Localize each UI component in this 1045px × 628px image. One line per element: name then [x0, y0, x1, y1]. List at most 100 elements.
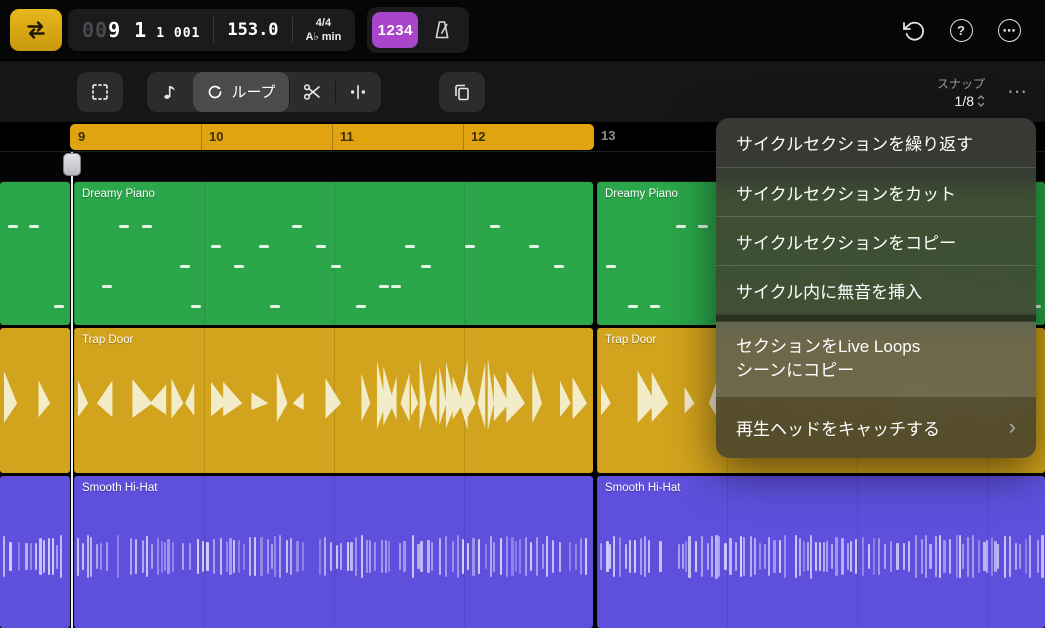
hit-tick	[490, 536, 492, 577]
hit-tick	[729, 538, 732, 575]
playhead-handle[interactable]	[63, 153, 81, 176]
copy-button[interactable]	[439, 72, 485, 112]
hit-tick	[718, 536, 720, 577]
hit-tick	[319, 539, 321, 575]
hit-tick	[896, 543, 899, 571]
hit-tick	[831, 544, 833, 569]
loop-label: ループ	[231, 81, 275, 102]
hit-tick	[795, 535, 797, 578]
hit-tick	[417, 544, 420, 569]
hit-tick	[784, 535, 786, 578]
hit-tick	[243, 544, 245, 570]
hit-tick	[634, 540, 636, 573]
hit-tick	[260, 537, 263, 576]
hit-tick	[929, 544, 932, 570]
midi-note	[606, 265, 616, 268]
hit-tick	[399, 543, 401, 569]
midi-note	[650, 305, 660, 308]
region-smooth-hi-hat-next[interactable]: Smooth Hi-Hat	[597, 476, 1045, 628]
hit-tick	[233, 540, 235, 572]
midi-note	[331, 265, 341, 268]
toolbar-more-button[interactable]: ⋯	[995, 72, 1039, 112]
lcd-ticks: 1 001	[156, 26, 200, 41]
hit-tick	[340, 543, 342, 571]
hit-tick	[457, 535, 459, 579]
lcd-divider	[292, 17, 293, 43]
hit-tick	[213, 539, 215, 574]
count-in-button[interactable]: 1234	[372, 12, 418, 48]
menu-item-cut-cycle-section[interactable]: サイクルセクションをカット	[716, 167, 1036, 216]
hit-tick	[575, 544, 577, 570]
menu-item-label: サイクルセクションを繰り返す	[736, 130, 973, 155]
region-smooth-hi-hat-partial[interactable]	[0, 476, 70, 628]
hit-tick	[972, 535, 974, 578]
split-button[interactable]	[335, 72, 381, 112]
cycle-loop-icon	[23, 17, 49, 43]
hit-tick	[350, 542, 353, 570]
hit-tick	[220, 538, 222, 575]
hit-tick	[1004, 536, 1006, 578]
hit-tick	[130, 538, 132, 575]
snap-control[interactable]: スナップ 1/8	[937, 75, 985, 109]
hit-tick	[3, 536, 5, 578]
menu-item-copy-to-live-loops[interactable]: セクションをLive Loopsシーンにコピー	[716, 322, 1036, 396]
note-entry-button[interactable]	[147, 72, 193, 112]
loop-mode-button[interactable]: ループ	[193, 72, 289, 112]
help-button[interactable]: ?	[937, 7, 985, 53]
hit-tick	[659, 541, 662, 572]
hit-tick	[750, 536, 752, 577]
metronome-button[interactable]	[420, 12, 464, 48]
bar-divider	[463, 124, 464, 150]
bar-divider	[332, 124, 333, 150]
playhead-line[interactable]	[71, 152, 73, 628]
hit-tick	[552, 540, 554, 573]
cycle-button[interactable]	[10, 9, 62, 51]
region-trap-door[interactable]: Trap Door	[74, 328, 593, 473]
menu-item-copy-cycle-section[interactable]: サイクルセクションをコピー	[716, 216, 1036, 265]
lcd-display[interactable]: 00 9 1 1 001 153.0 4/4 A♭ min	[68, 9, 355, 51]
hit-tick	[862, 537, 864, 577]
hit-tick	[189, 543, 191, 570]
hit-tick	[878, 538, 880, 574]
hit-tick	[764, 544, 766, 569]
region-dreamy-piano[interactable]: Dreamy Piano	[74, 182, 593, 325]
menu-item-catch-playhead[interactable]: 再生ヘッドをキャッチする ›	[716, 396, 1036, 458]
more-button[interactable]: ⋯	[985, 7, 1033, 53]
menu-item-label: サイクル内に無音を挿入	[736, 278, 922, 303]
hit-tick	[542, 544, 544, 570]
hit-tick	[151, 544, 153, 568]
hit-tick	[355, 537, 357, 576]
hit-tick	[324, 537, 326, 576]
hit-tick	[724, 543, 727, 570]
hit-tick	[943, 540, 946, 572]
hit-tick	[361, 535, 363, 578]
menu-item-insert-silence[interactable]: サイクル内に無音を挿入	[716, 265, 1036, 314]
scissors-button[interactable]	[289, 72, 335, 112]
region-smooth-hi-hat[interactable]: Smooth Hi-Hat	[74, 476, 593, 628]
scissors-icon	[302, 82, 322, 102]
menu-item-label: セクションをLive Loopsシーンにコピー	[736, 335, 928, 383]
hit-tick	[711, 536, 713, 576]
hit-tick	[868, 544, 870, 569]
hit-tick	[515, 541, 517, 571]
midi-note	[698, 225, 708, 228]
region-dreamy-piano-partial[interactable]	[0, 182, 70, 325]
region-trap-door-partial[interactable]	[0, 328, 70, 473]
hit-tick	[939, 535, 941, 578]
hit-tick	[569, 542, 571, 570]
hit-tick	[685, 541, 687, 571]
midi-note	[191, 305, 201, 308]
undo-button[interactable]	[889, 7, 937, 53]
hit-tick	[52, 538, 54, 576]
marquee-select-button[interactable]	[77, 72, 123, 112]
hit-tick	[773, 540, 776, 573]
hit-tick	[810, 535, 812, 579]
hit-tick	[238, 540, 240, 573]
cycle-range[interactable]: 9 10 11 12	[70, 124, 594, 150]
hit-tick	[96, 544, 98, 569]
lcd-tempo: 153.0	[227, 20, 278, 40]
midi-note	[529, 245, 539, 248]
hit-tick	[678, 544, 680, 570]
menu-item-repeat-cycle-section[interactable]: サイクルセクションを繰り返す	[716, 118, 1036, 167]
hit-tick	[427, 540, 430, 572]
